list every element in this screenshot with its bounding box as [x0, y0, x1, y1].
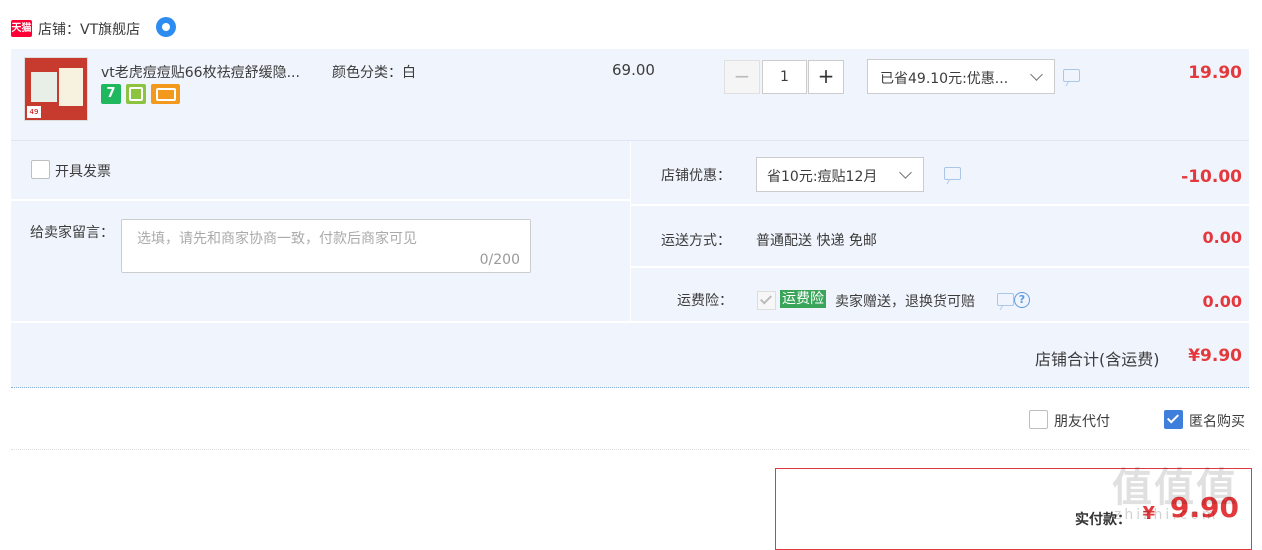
discount-info-icon[interactable]	[944, 167, 961, 180]
shop-name[interactable]: 店铺：VT旗舰店	[38, 19, 140, 39]
seller-note-label: 给卖家留言：	[30, 225, 114, 241]
watermark-text: zhizhi.com	[1114, 507, 1219, 523]
chevron-down-icon	[1030, 68, 1043, 81]
quantity-increase-button[interactable]: +	[808, 60, 844, 94]
shipping-label: 运送方式：	[661, 233, 731, 249]
seller-note-placeholder: 选填，请先和商家协商一致，付款后商家可见	[137, 231, 417, 247]
invoice-label[interactable]: 开具发票	[55, 161, 111, 181]
promo-info-icon[interactable]	[1063, 69, 1080, 82]
friend-pay-checkbox[interactable]	[1029, 410, 1048, 429]
shop-discount-select[interactable]: 省10元:痘贴12月	[756, 157, 924, 192]
unit-price: 69.00	[612, 61, 655, 79]
anonymous-label[interactable]: 匿名购买	[1189, 411, 1245, 431]
product-thumbnail[interactable]: 49	[24, 57, 88, 121]
shop-discount-amount: -10.00	[1181, 167, 1242, 187]
help-icon[interactable]: ?	[1014, 292, 1030, 308]
shop-discount-value: 省10元:痘贴12月	[767, 169, 878, 185]
quantity-input[interactable]: 1	[762, 60, 807, 94]
item-promo-select[interactable]: 已省49.10元:优惠...	[867, 59, 1055, 94]
anonymous-checkbox[interactable]	[1164, 410, 1183, 429]
item-subtotal: 19.90	[1188, 63, 1242, 83]
item-promo-value: 已省49.10元:优惠...	[880, 71, 1009, 87]
seller-note-textarea[interactable]: 选填，请先和商家协商一致，付款后商家可见 0/200	[121, 219, 531, 273]
panel-divider	[631, 204, 1249, 206]
section-divider	[11, 449, 1249, 451]
insurance-desc: 卖家赠送，退换货可赔	[835, 294, 975, 310]
panel-divider	[11, 321, 1249, 323]
shipping-method: 普通配送 快递 免邮	[756, 233, 877, 249]
insurance-amount: 0.00	[1202, 292, 1242, 311]
shipping-amount: 0.00	[1202, 228, 1242, 247]
tmall-logo: 天猫	[11, 20, 32, 37]
insurance-tag: 运费险	[780, 290, 826, 308]
sku-info: 颜色分类：白	[332, 65, 416, 81]
panel-divider	[11, 199, 630, 201]
insurance-info-icon[interactable]	[997, 293, 1014, 306]
quantity-decrease-button[interactable]: −	[724, 60, 760, 94]
invoice-checkbox[interactable]	[31, 160, 50, 179]
thumbnail-box-image	[59, 68, 83, 106]
panel-divider	[630, 141, 631, 323]
thumbnail-pack-image	[31, 72, 57, 102]
seller-note-char-count: 0/200	[479, 252, 520, 268]
shop-total-amount: ¥9.90	[1188, 346, 1242, 366]
product-title[interactable]: vt老虎痘痘贴66枚祛痘舒缓隐...	[101, 62, 300, 82]
watermark-logo: 值值值	[1112, 465, 1238, 511]
chevron-down-icon	[899, 166, 912, 179]
seven-day-return-icon: 7	[101, 84, 121, 104]
wangwang-chat-icon[interactable]	[156, 17, 176, 37]
panel-divider	[631, 266, 1249, 268]
insurance-label: 运费险：	[677, 293, 733, 309]
shop-total-label: 店铺合计(含运费)	[1035, 350, 1160, 369]
guarantee-icon	[126, 84, 146, 104]
credit-card-icon	[151, 84, 180, 104]
thumbnail-price-tag: 49	[27, 106, 41, 118]
shop-discount-label: 店铺优惠：	[661, 168, 731, 184]
friend-pay-label[interactable]: 朋友代付	[1054, 411, 1110, 431]
insurance-checkbox	[757, 291, 776, 310]
